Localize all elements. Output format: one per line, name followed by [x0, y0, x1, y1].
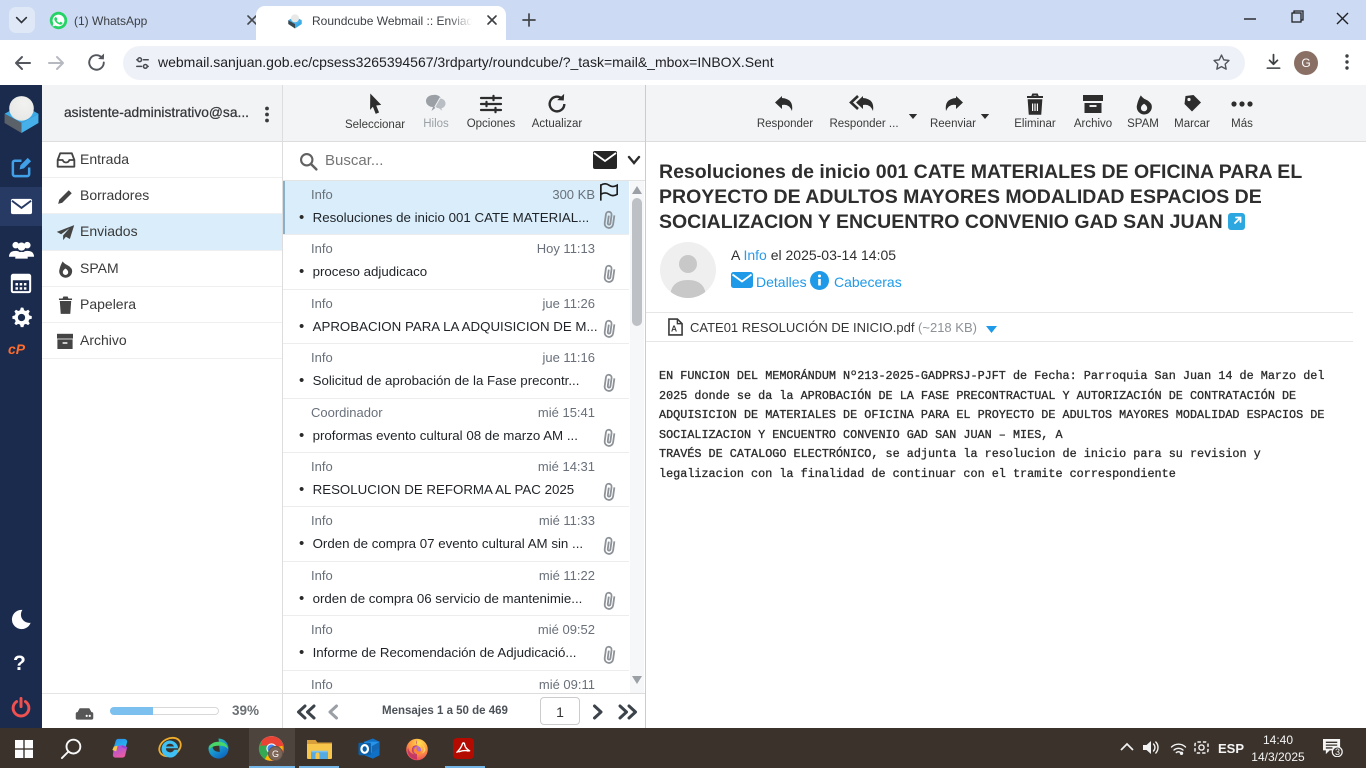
svg-text:A: A: [671, 324, 677, 334]
svg-text:3: 3: [1335, 747, 1340, 757]
